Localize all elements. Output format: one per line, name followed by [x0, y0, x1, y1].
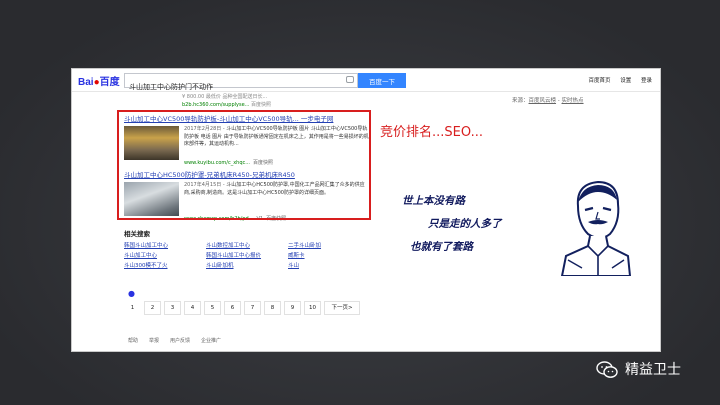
quote-line: 世上本没有路 — [402, 195, 465, 207]
nav-baidu-home[interactable]: 百度首页 — [588, 78, 610, 84]
lu-xun-portrait — [560, 180, 632, 276]
fengyun-link[interactable]: 百度风云榜 — [529, 98, 557, 104]
related-link[interactable]: 威斯卡 — [288, 251, 370, 259]
search-header: Bai●百度 百度一下 百度首页 设置 登录 — [72, 69, 660, 93]
quote-line: 只是走的人多了 — [428, 218, 502, 230]
page-link[interactable]: 2 — [144, 301, 161, 315]
related-link[interactable]: 韩国斗山加工中心 — [124, 241, 206, 249]
page-link[interactable]: 4 — [184, 301, 201, 315]
page-link[interactable]: 7 — [244, 301, 261, 315]
footer-link[interactable]: 用户反馈 — [170, 338, 190, 344]
result-url[interactable]: b2b.hc360.com/supplyse... — [182, 102, 249, 108]
page-link[interactable]: 3 — [164, 301, 181, 315]
related-link[interactable]: 斗山300模不了火 — [124, 261, 206, 269]
related-link[interactable]: 斗山卧加机 — [206, 261, 288, 269]
wechat-icon — [596, 361, 618, 378]
baidu-logo[interactable]: Bai●百度 — [78, 73, 120, 88]
search-box — [124, 73, 358, 93]
search-button[interactable]: 百度一下 — [358, 73, 406, 88]
nav-settings[interactable]: 设置 — [620, 78, 631, 84]
related-link[interactable]: 二手斗山卧加 — [288, 241, 370, 249]
related-searches: 相关搜索 韩国斗山加工中心 斗山数控加工中心 二手斗山卧加 斗山加工中心 韩国斗… — [124, 228, 384, 269]
page-link[interactable]: 9 — [284, 301, 301, 315]
quote-line: 也就有了套路 — [410, 241, 473, 253]
search-input[interactable] — [125, 81, 333, 93]
annotation-text: 竞价排名...SEO... — [380, 125, 483, 140]
page-link[interactable]: 10 — [304, 301, 321, 315]
footer-link[interactable]: 企业推广 — [201, 338, 221, 344]
nav-login[interactable]: 登录 — [641, 78, 652, 84]
camera-icon[interactable] — [346, 76, 354, 83]
footer-link[interactable]: 帮助 — [128, 338, 138, 344]
highlight-box — [117, 110, 371, 220]
related-link[interactable]: 斗山加工中心 — [124, 251, 206, 259]
previous-result-fragment: ¥ 800.00 最低价 品种全国配送日长... b2b.hc360.com/s… — [182, 94, 272, 108]
page-current: 1 — [130, 305, 135, 311]
presentation-slide: Bai●百度 百度一下 百度首页 设置 登录 ¥ 800.00 最低价 品种全国… — [0, 0, 720, 405]
snapshot-link[interactable]: 百度快照 — [251, 102, 271, 108]
realtime-hot-link[interactable]: 实时热点 — [562, 98, 584, 104]
next-page-button[interactable]: 下一页> — [324, 301, 360, 315]
page-link[interactable]: 6 — [224, 301, 241, 315]
page-link[interactable]: 5 — [204, 301, 221, 315]
related-link[interactable]: 斗山数控加工中心 — [206, 241, 288, 249]
page-link[interactable]: 8 — [264, 301, 281, 315]
page-footer: 帮助 举报 用户反馈 企业推广 — [128, 337, 232, 344]
related-link[interactable]: 韩国斗山加工中心报价 — [206, 251, 288, 259]
hot-list-source: 来源：百度风云榜 - 实时热点 — [512, 98, 584, 104]
brand-name: 精益卫士 — [625, 362, 681, 378]
top-nav: 百度首页 设置 登录 — [580, 76, 652, 84]
footer-link[interactable]: 举报 — [149, 338, 159, 344]
related-link[interactable]: 斗山 — [288, 261, 370, 269]
related-heading: 相关搜索 — [124, 230, 150, 238]
baidu-paw-icon: ● — [128, 289, 135, 298]
